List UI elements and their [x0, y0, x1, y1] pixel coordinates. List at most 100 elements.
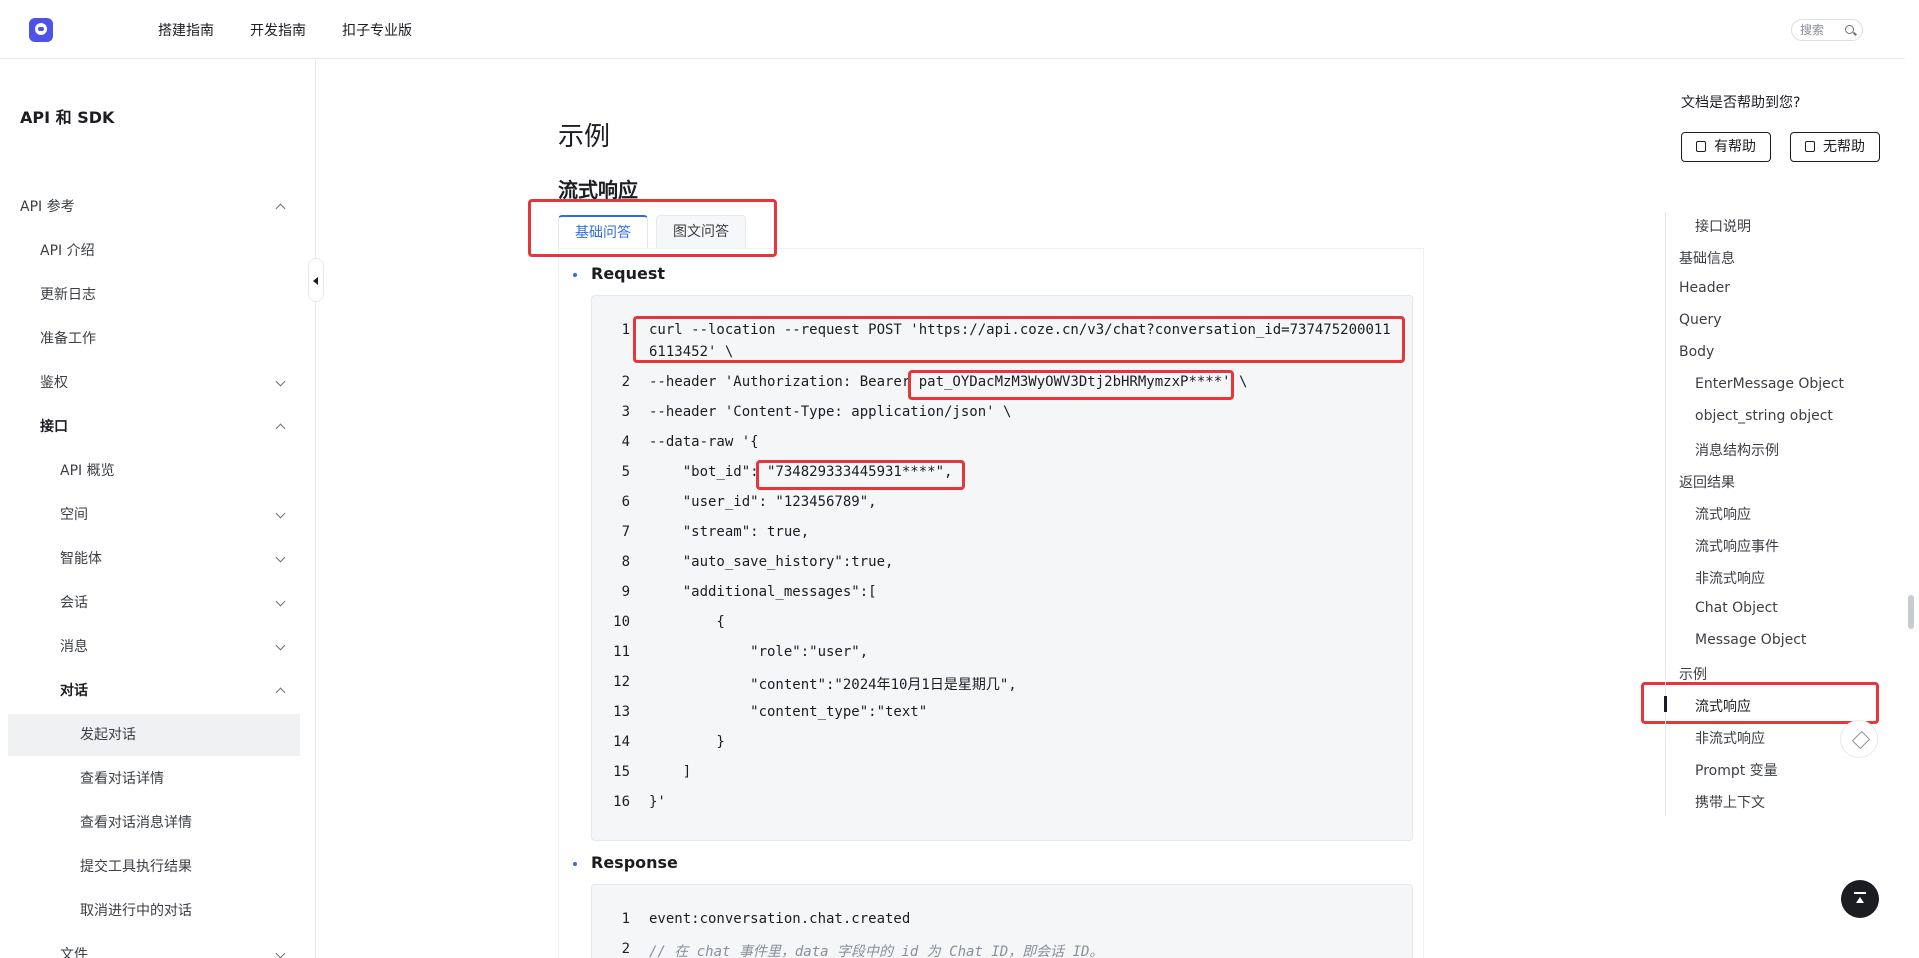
- sidebar-item-conversation[interactable]: 会话: [8, 582, 300, 624]
- sidebar-item-space[interactable]: 空间: [8, 494, 300, 536]
- annotation-box-toc-active: [1641, 682, 1879, 724]
- sidebar-item-label: 消息: [60, 639, 88, 655]
- bullet: [573, 862, 577, 866]
- nav-dev-guide[interactable]: 开发指南: [250, 20, 306, 40]
- page-heading: 示例: [558, 122, 611, 152]
- sidebar-item-file[interactable]: 文件: [8, 934, 300, 958]
- toc-item[interactable]: 携带上下文: [1695, 792, 1765, 812]
- sidebar-item-preparation[interactable]: 准备工作: [8, 318, 300, 360]
- sidebar-item-label: API 参考: [20, 199, 75, 215]
- sidebar-item-label: 对话: [60, 683, 88, 699]
- sidebar-item-label: 接口: [40, 419, 68, 435]
- sidebar-title: API 和 SDK: [20, 108, 115, 127]
- feedback-question: 文档是否帮助到您?: [1681, 95, 1801, 111]
- toc-item[interactable]: EnterMessage Object: [1695, 376, 1844, 392]
- sidebar-item-chat-detail[interactable]: 查看对话详情: [8, 758, 300, 800]
- toc-active-marker: [1664, 696, 1667, 712]
- request-label: Request: [591, 264, 666, 283]
- sidebar-item-label: 鉴权: [40, 375, 68, 391]
- response-label: Response: [591, 853, 678, 872]
- sidebar: API 和 SDK API 参考 API 介绍 更新日志 准备工作 鉴权 接口 …: [0, 60, 316, 958]
- toc-item[interactable]: Header: [1679, 280, 1730, 296]
- page-scrollbar[interactable]: [1908, 595, 1914, 629]
- sidebar-item-message[interactable]: 消息: [8, 626, 300, 668]
- sidebar-item-label: API 概览: [60, 463, 115, 479]
- toc-track: [1665, 212, 1666, 816]
- sidebar-item-label: 提交工具执行结果: [80, 859, 192, 875]
- bullet: [573, 273, 577, 277]
- sidebar-item-start-chat[interactable]: 发起对话: [8, 714, 300, 756]
- nav-build-guide[interactable]: 搭建指南: [158, 20, 214, 40]
- toc-item[interactable]: Chat Object: [1695, 600, 1778, 616]
- toc-item[interactable]: 接口说明: [1695, 216, 1751, 236]
- sidebar-item-label: 会话: [60, 595, 88, 611]
- top-navbar: 搭建指南 开发指南 扣子专业版 搜索: [0, 0, 1905, 59]
- sidebar-item-label: 更新日志: [40, 287, 96, 303]
- sidebar-item-bot[interactable]: 智能体: [8, 538, 300, 580]
- sidebar-item-label: 发起对话: [80, 727, 136, 743]
- chevron-down-icon: [275, 376, 286, 387]
- sidebar-item-label: 空间: [60, 507, 88, 523]
- sidebar-item-label: API 介绍: [40, 243, 95, 259]
- helpful-label: 有帮助: [1714, 139, 1756, 155]
- chevron-down-icon: [275, 508, 286, 519]
- edit-icon[interactable]: [1840, 720, 1878, 758]
- toc-item[interactable]: 流式响应: [1695, 504, 1751, 524]
- sidebar-item-label: 文件: [60, 947, 88, 958]
- top-nav: 搭建指南 开发指南 扣子专业版: [158, 20, 412, 40]
- chevron-down-icon: [275, 552, 286, 563]
- toc-item[interactable]: Body: [1679, 344, 1714, 360]
- response-code-block[interactable]: 1 event:conversation.chat.created 2// 在 c…: [591, 884, 1413, 958]
- sidebar-item-api-intro[interactable]: API 介绍: [8, 230, 300, 272]
- sidebar-item-api-reference[interactable]: API 参考: [8, 186, 300, 228]
- chevron-down-icon: [275, 948, 286, 958]
- toc-item[interactable]: 示例: [1679, 664, 1707, 684]
- thumbs-down-icon: [1805, 141, 1815, 152]
- toc-item[interactable]: 基础信息: [1679, 248, 1735, 268]
- sidebar-item-label: 查看对话消息详情: [80, 815, 192, 831]
- thumbs-up-icon: [1696, 141, 1706, 152]
- tab-basic-qa[interactable]: 基础问答: [558, 215, 648, 249]
- tab-image-text-qa[interactable]: 图文问答: [656, 215, 746, 249]
- section-heading: 流式响应: [558, 178, 638, 202]
- sidebar-item-chat[interactable]: 对话: [8, 670, 300, 712]
- toc-item[interactable]: 非流式响应: [1695, 728, 1765, 748]
- sidebar-item-label: 智能体: [60, 551, 102, 567]
- nav-pro[interactable]: 扣子专业版: [342, 20, 412, 40]
- toc-item[interactable]: 消息结构示例: [1695, 440, 1779, 460]
- sidebar-item-changelog[interactable]: 更新日志: [8, 274, 300, 316]
- search-icon: [1845, 25, 1854, 34]
- sidebar-item-interface[interactable]: 接口: [8, 406, 300, 448]
- toc-item[interactable]: Prompt 变量: [1695, 760, 1778, 780]
- chevron-down-icon: [275, 640, 286, 651]
- sidebar-item-label: 查看对话详情: [80, 771, 164, 787]
- chevron-down-icon: [275, 596, 286, 607]
- toc-item-active[interactable]: 流式响应: [1695, 696, 1751, 716]
- toc-item[interactable]: 返回结果: [1679, 472, 1735, 492]
- toc-item[interactable]: Query: [1679, 312, 1722, 328]
- search-input[interactable]: 搜索: [1791, 19, 1863, 41]
- sidebar-item-label: 取消进行中的对话: [80, 903, 192, 919]
- sidebar-item-auth[interactable]: 鉴权: [8, 362, 300, 404]
- back-to-top-icon[interactable]: [1841, 880, 1879, 918]
- chevron-up-icon: [275, 423, 286, 434]
- sidebar-item-label: 准备工作: [40, 331, 96, 347]
- sidebar-item-api-overview[interactable]: API 概览: [8, 450, 300, 492]
- toc-item[interactable]: 流式响应事件: [1695, 536, 1779, 556]
- chevron-up-icon: [275, 203, 286, 214]
- helpful-button[interactable]: 有帮助: [1681, 132, 1771, 162]
- toc-item[interactable]: Message Object: [1695, 632, 1806, 648]
- sidebar-item-cancel-chat[interactable]: 取消进行中的对话: [8, 890, 300, 932]
- example-tabs: 基础问答 图文问答: [558, 215, 746, 249]
- toc-item[interactable]: 非流式响应: [1695, 568, 1765, 588]
- sidebar-collapse-button[interactable]: [308, 258, 324, 302]
- sidebar-item-submit-tool[interactable]: 提交工具执行结果: [8, 846, 300, 888]
- chevron-up-icon: [275, 687, 286, 698]
- not-helpful-label: 无帮助: [1823, 139, 1865, 155]
- not-helpful-button[interactable]: 无帮助: [1790, 132, 1880, 162]
- request-code-block[interactable]: 1 curl --location --request POST 'https:/…: [591, 295, 1413, 841]
- logo-icon[interactable]: [29, 18, 53, 42]
- search-placeholder: 搜索: [1800, 23, 1825, 37]
- sidebar-item-chat-messages[interactable]: 查看对话消息详情: [8, 802, 300, 844]
- toc-item[interactable]: object_string object: [1695, 408, 1833, 424]
